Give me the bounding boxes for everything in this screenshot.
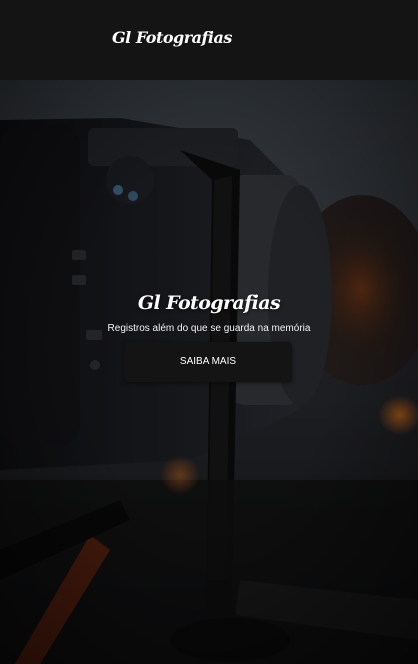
- hero-subtitle: Registros além do que se guarda na memór…: [107, 323, 311, 334]
- site-logo[interactable]: Gl Fotografias: [112, 28, 232, 47]
- saiba-mais-button[interactable]: SAIBA MAIS: [124, 342, 292, 382]
- hero-section: Gl Fotografias Registros além do que se …: [0, 80, 418, 664]
- site-header: Gl Fotografias: [0, 0, 418, 80]
- hero-title: Gl Fotografias: [137, 292, 281, 314]
